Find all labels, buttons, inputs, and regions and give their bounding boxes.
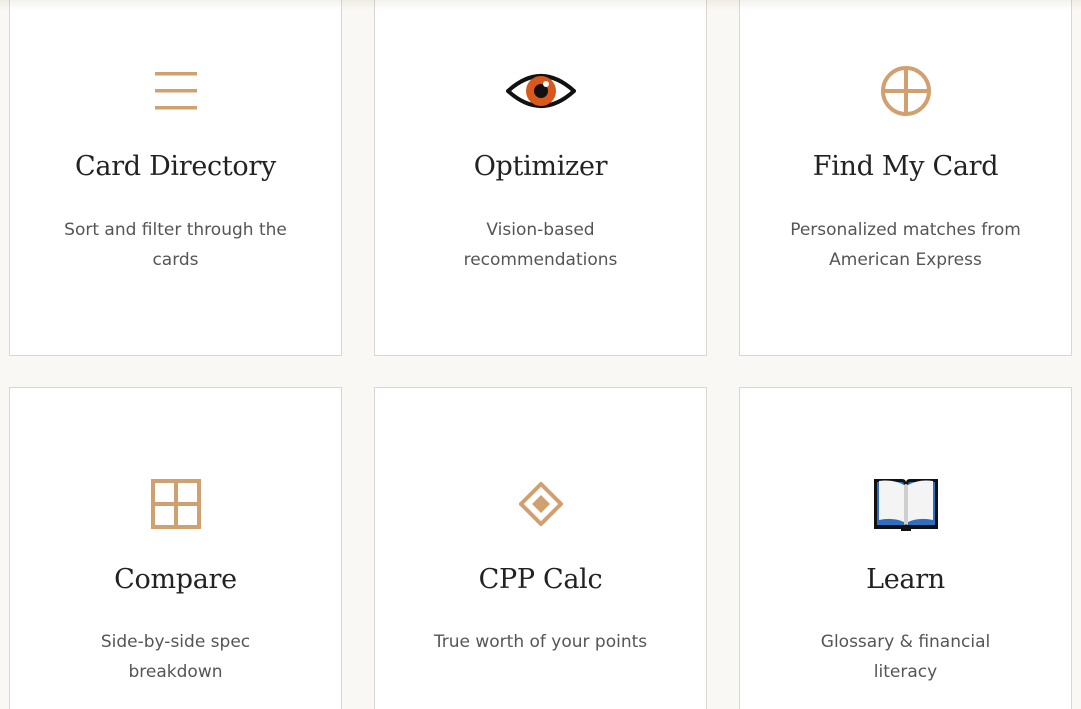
- card-description: Side-by-side spec breakdown: [100, 632, 251, 682]
- card-description: Personalized matches from American Expre…: [790, 220, 1021, 270]
- cpp-calc-card[interactable]: CPP Calc True worth of your points: [374, 387, 707, 709]
- grid-icon: [10, 476, 341, 532]
- crosshair-circle-icon: [740, 61, 1071, 121]
- menu-icon: [10, 61, 341, 121]
- book-icon: [740, 476, 1071, 532]
- eye-icon: [375, 61, 706, 121]
- card-title: CPP Calc: [478, 564, 603, 595]
- card-description: Glossary & financial literacy: [820, 632, 991, 682]
- card-description: True worth of your points: [433, 632, 648, 652]
- card-description: Sort and filter through the cards: [64, 220, 287, 270]
- compare-card[interactable]: Compare Side-by-side spec breakdown: [9, 387, 342, 709]
- tools-grid-page: Card Directory Sort and filter through t…: [0, 0, 1081, 709]
- optimizer-card[interactable]: Optimizer Vision-based recommendations: [374, 0, 707, 356]
- card-directory-card[interactable]: Card Directory Sort and filter through t…: [9, 0, 342, 356]
- card-description: Vision-based recommendations: [463, 220, 618, 270]
- card-title: Card Directory: [75, 151, 276, 182]
- card-title: Compare: [114, 564, 237, 595]
- find-my-card-card[interactable]: Find My Card Personalized matches from A…: [739, 0, 1072, 356]
- header-shadow: [0, 0, 1081, 10]
- card-title: Optimizer: [473, 151, 608, 182]
- card-title: Find My Card: [812, 151, 999, 182]
- learn-card[interactable]: Learn Glossary & financial literacy: [739, 387, 1072, 709]
- diamond-icon: [375, 476, 706, 532]
- card-title: Learn: [866, 564, 945, 595]
